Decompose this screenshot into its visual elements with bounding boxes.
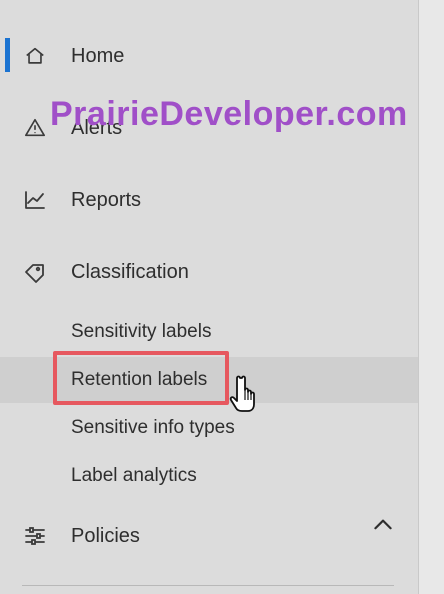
nav-label-policies: Policies xyxy=(71,524,140,547)
right-rail xyxy=(418,0,444,594)
submenu-item-sensitivity-labels[interactable]: Sensitivity labels xyxy=(0,309,418,355)
warning-icon xyxy=(22,115,48,141)
home-icon xyxy=(22,43,48,69)
screenshot-frame: Home Alerts Reports Classification Sensi… xyxy=(0,0,444,594)
retention-highlight-box xyxy=(53,351,229,405)
sliders-icon xyxy=(22,523,48,549)
navigation-panel: Home Alerts Reports Classification Sensi… xyxy=(0,0,418,594)
hand-cursor-icon xyxy=(229,374,263,416)
nav-item-reports[interactable]: Reports xyxy=(0,178,418,222)
submenu-item-label-analytics[interactable]: Label analytics xyxy=(0,453,418,499)
submenu-item-sensitive-info-types[interactable]: Sensitive info types xyxy=(0,405,418,451)
line-chart-icon xyxy=(22,187,48,213)
tag-icon xyxy=(22,259,48,285)
submenu-label-sensitivity-labels: Sensitivity labels xyxy=(71,321,212,342)
nav-item-policies[interactable]: Policies xyxy=(0,514,418,558)
nav-item-classification[interactable]: Classification xyxy=(0,250,418,530)
nav-label-home: Home xyxy=(71,44,125,67)
submenu-label-label-analytics: Label analytics xyxy=(71,465,197,486)
submenu-label-sensitive-info-types: Sensitive info types xyxy=(71,417,235,438)
watermark-text: PrairieDeveloper.com xyxy=(50,95,408,133)
nav-item-home[interactable]: Home xyxy=(0,34,418,78)
bottom-divider xyxy=(22,585,394,586)
nav-label-classification: Classification xyxy=(71,260,189,283)
nav-label-reports: Reports xyxy=(71,188,142,211)
